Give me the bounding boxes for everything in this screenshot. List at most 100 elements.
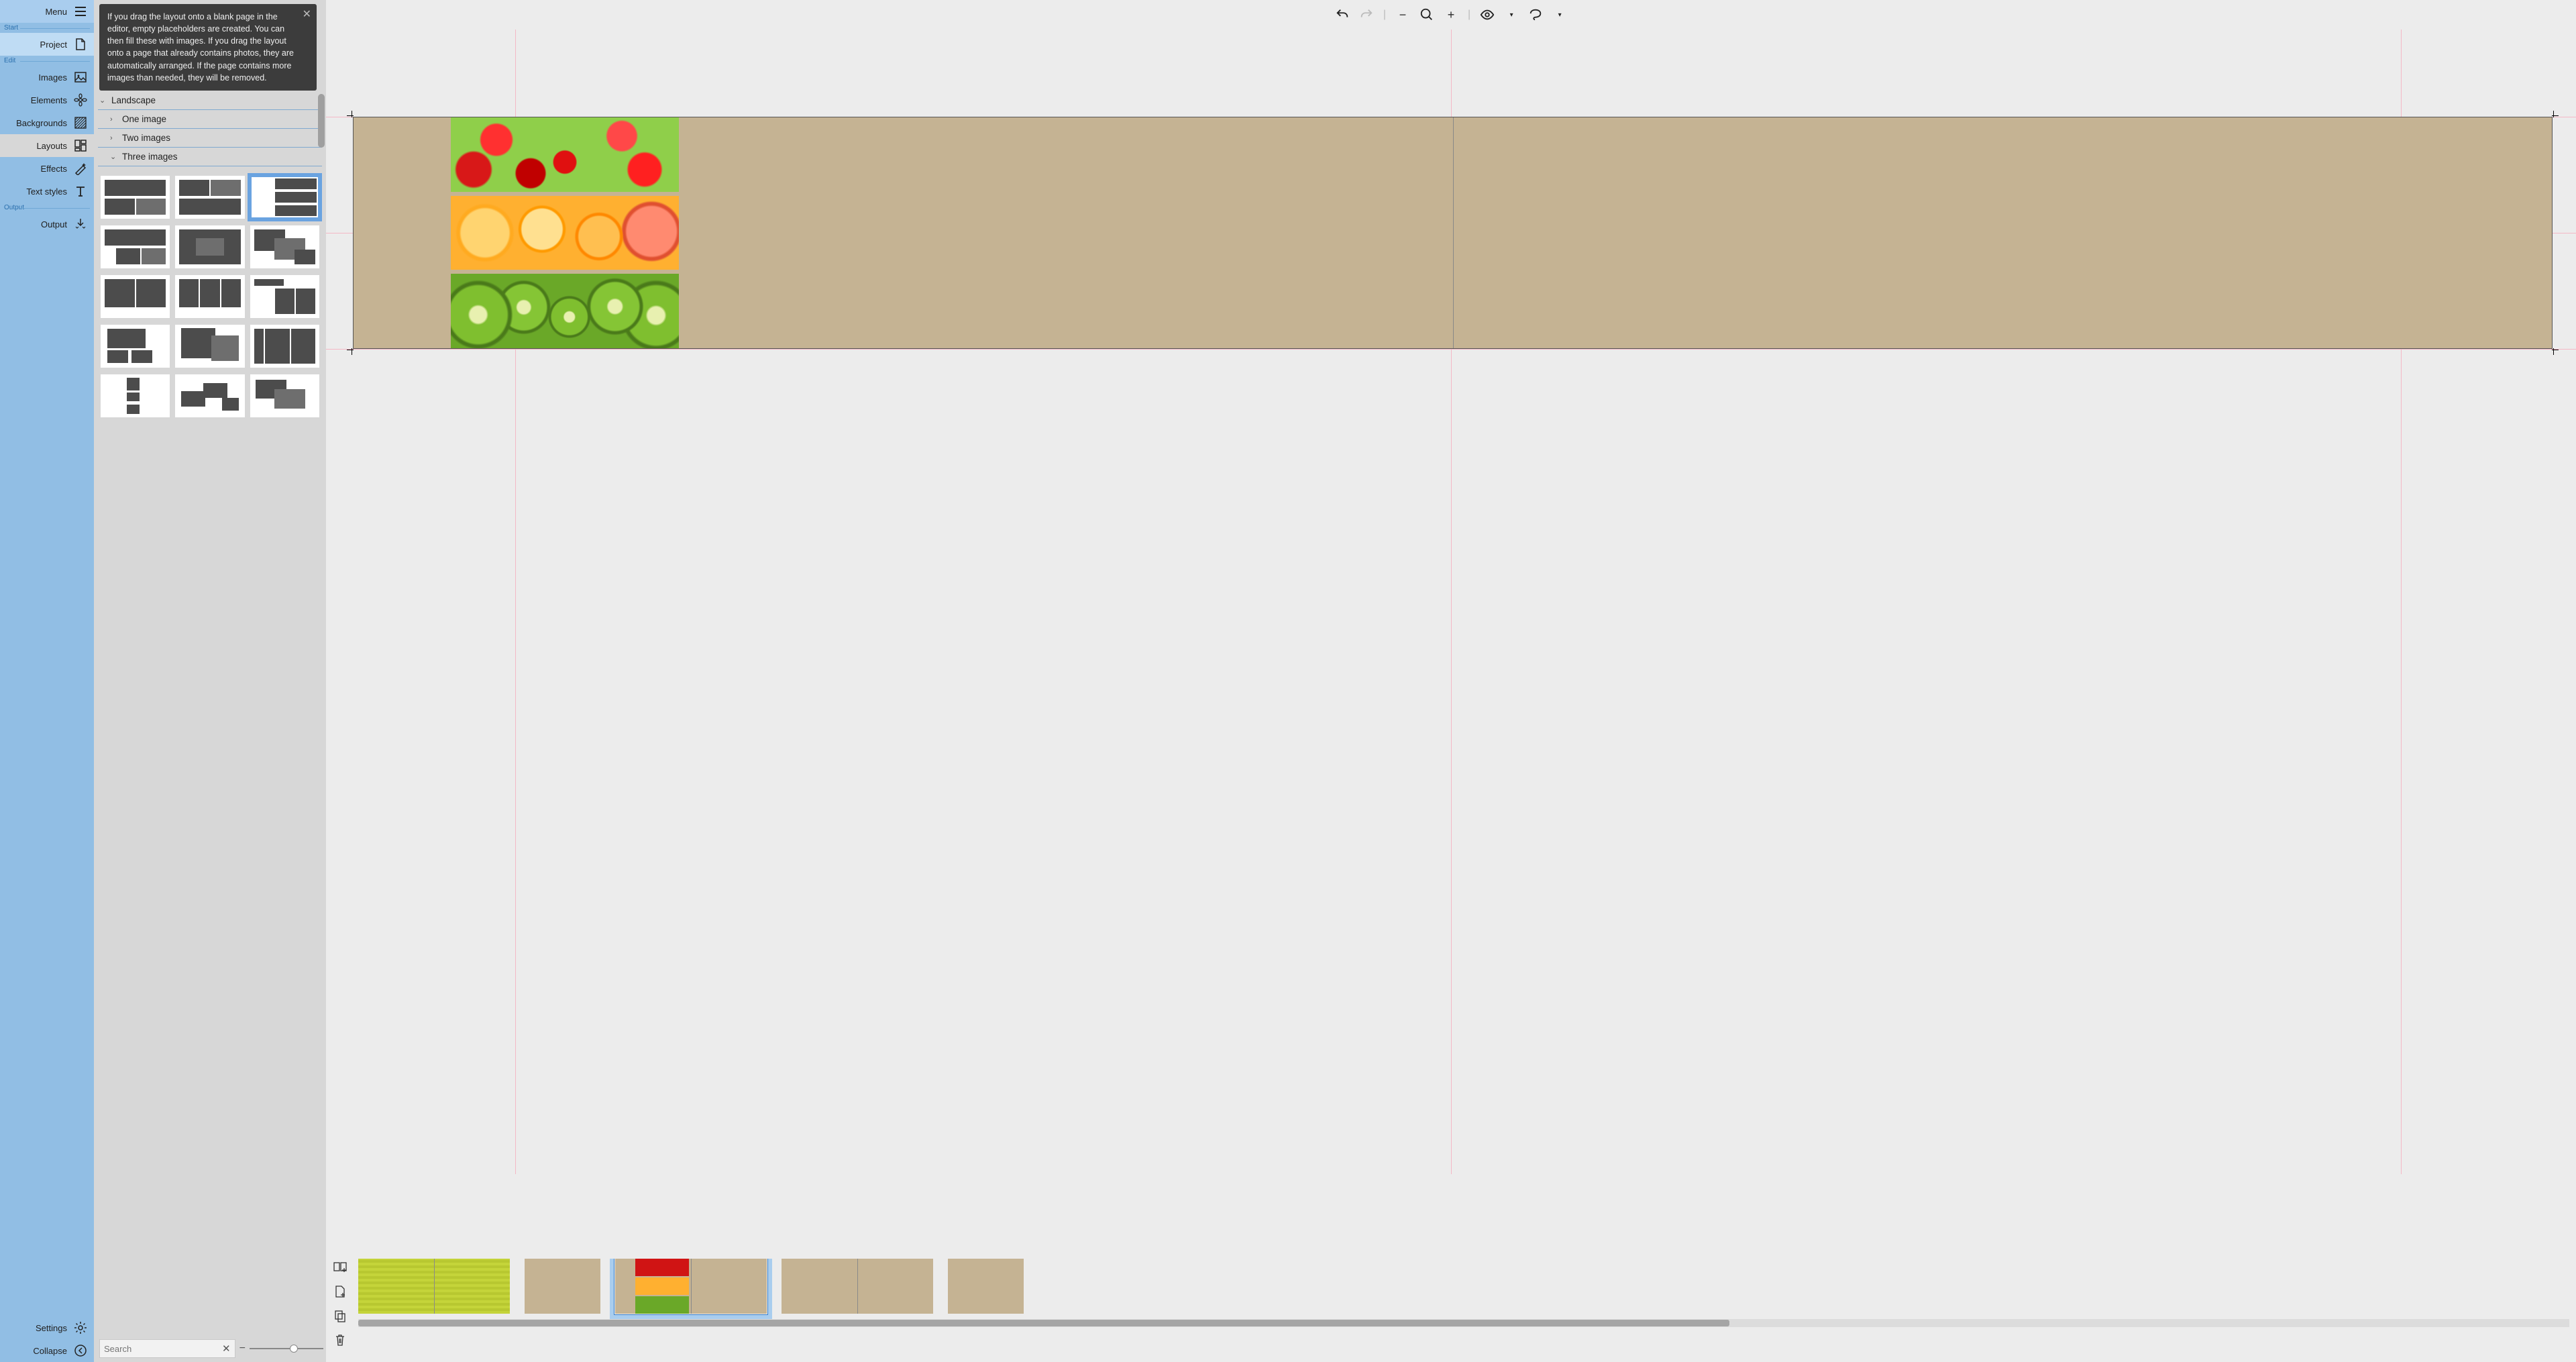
panel-scrollbar[interactable] [318, 94, 325, 148]
export-icon [74, 217, 87, 231]
layouts-scroll[interactable]: ⌄ Landscape › One image › Two images ⌄ T… [94, 91, 326, 1335]
group-edit: Edit [0, 56, 94, 66]
group-output: Output [0, 203, 94, 213]
sidebar-item-elements[interactable]: Elements [0, 89, 94, 111]
layout-thumb[interactable] [101, 275, 170, 318]
search-box[interactable]: ✕ [99, 1339, 235, 1358]
add-page-button[interactable] [333, 1284, 347, 1299]
separator: | [1468, 9, 1470, 21]
left-sidebar: Menu Start Project Edit Images Elements [0, 0, 94, 1362]
zoom-out-mini[interactable]: − [239, 1343, 246, 1355]
search-input[interactable] [104, 1344, 222, 1354]
sidebar-item-label: Backgrounds [16, 118, 67, 128]
undo-button[interactable] [1335, 7, 1350, 22]
page-strip: Cover 1 23 45 [326, 1255, 2576, 1362]
clear-search-icon[interactable]: ✕ [222, 1343, 231, 1355]
crop-mark [2549, 346, 2559, 355]
crop-mark [347, 346, 356, 355]
redo-button [1359, 7, 1374, 22]
layout-thumb[interactable] [175, 176, 244, 219]
accordion-three-images[interactable]: ⌄ Three images [98, 148, 322, 166]
close-icon[interactable]: ✕ [303, 7, 311, 22]
dropdown-icon[interactable]: ▾ [1504, 7, 1519, 22]
zoom-fit-button[interactable] [1419, 7, 1434, 22]
page-spread[interactable] [353, 117, 2553, 349]
sidebar-item-label: Effects [40, 164, 67, 174]
group-start: Start [0, 23, 94, 33]
guide-horizontal [326, 349, 2576, 350]
crop-mark [2549, 111, 2559, 120]
sidebar-item-output[interactable]: Output [0, 213, 94, 235]
sidebar-item-layouts[interactable]: Layouts [0, 134, 94, 157]
menu-button[interactable]: Menu [0, 0, 94, 23]
thumb-zoom: − + [239, 1343, 334, 1355]
thumb-pages-4-5[interactable]: 45 [782, 1259, 933, 1327]
chevron-right-icon: › [110, 115, 118, 123]
sidebar-item-collapse[interactable]: Collapse [0, 1339, 94, 1362]
hamburger-icon [74, 5, 87, 18]
photo-kiwi[interactable] [451, 274, 679, 348]
layout-thumb-selected[interactable] [250, 176, 319, 219]
text-icon [74, 185, 87, 198]
accordion-one-image[interactable]: › One image [98, 110, 322, 129]
strip-tools [333, 1259, 352, 1347]
layout-thumb[interactable] [101, 374, 170, 417]
zoom-slider[interactable] [250, 1348, 323, 1349]
visibility-button[interactable] [1480, 7, 1495, 22]
dropdown-icon[interactable]: ▾ [1552, 7, 1567, 22]
accordion-label: One image [122, 114, 166, 124]
thumb-page-6[interactable]: 6 [948, 1259, 1024, 1327]
sidebar-item-label: Elements [31, 95, 67, 105]
chevron-right-icon: › [110, 134, 118, 142]
layout-thumb[interactable] [250, 275, 319, 318]
sidebar-item-images[interactable]: Images [0, 66, 94, 89]
thumb-pages-2-3[interactable]: 23 [615, 1259, 767, 1327]
layout-thumb[interactable] [250, 225, 319, 268]
duplicate-page-button[interactable] [333, 1308, 347, 1323]
delete-page-button[interactable] [333, 1332, 347, 1347]
canvas[interactable] [326, 30, 2576, 1255]
flower-icon [74, 93, 87, 107]
sidebar-item-textstyles[interactable]: Text styles [0, 180, 94, 203]
chevron-left-icon [74, 1344, 87, 1357]
accordion-landscape[interactable]: ⌄ Landscape [98, 91, 322, 110]
layout-thumb[interactable] [175, 374, 244, 417]
accordion-label: Two images [122, 133, 170, 143]
sidebar-item-backgrounds[interactable]: Backgrounds [0, 111, 94, 134]
tooltip-text: If you drag the layout onto a blank page… [107, 12, 294, 83]
sidebar-item-label: Output [41, 219, 67, 229]
zoom-in-button[interactable]: + [1444, 7, 1458, 22]
strip-scrollbar[interactable] [358, 1319, 2569, 1327]
photo-citrus[interactable] [451, 196, 679, 270]
layout-thumb[interactable] [101, 225, 170, 268]
lasso-button[interactable] [1528, 7, 1543, 22]
zoom-out-button[interactable]: − [1395, 7, 1410, 22]
image-icon [74, 70, 87, 84]
accordion-label: Three images [122, 152, 178, 162]
layouts-icon [74, 139, 87, 152]
sidebar-item-label: Text styles [26, 187, 67, 197]
thumb-cover[interactable]: Cover [358, 1259, 510, 1327]
spread-fold [1453, 117, 1454, 348]
sidebar-item-label: Project [40, 40, 67, 50]
layout-thumb[interactable] [175, 225, 244, 268]
sidebar-item-settings[interactable]: Settings [0, 1316, 94, 1339]
thumb-page-1[interactable]: 1 [525, 1259, 600, 1327]
layout-thumb[interactable] [175, 275, 244, 318]
chevron-down-icon: ⌄ [99, 96, 107, 105]
photo-strawberries[interactable] [451, 117, 679, 192]
crop-mark [347, 111, 356, 120]
sidebar-item-effects[interactable]: Effects [0, 157, 94, 180]
layout-thumb[interactable] [175, 325, 244, 368]
layout-thumb[interactable] [101, 176, 170, 219]
toolbar: | − + | ▾ ▾ [326, 0, 2576, 30]
layout-thumb[interactable] [250, 374, 319, 417]
accordion-two-images[interactable]: › Two images [98, 129, 322, 148]
layouts-panel: If you drag the layout onto a blank page… [94, 0, 326, 1362]
layout-thumbnails [98, 166, 322, 431]
layout-thumb[interactable] [101, 325, 170, 368]
add-spread-button[interactable] [333, 1260, 347, 1275]
layout-thumb[interactable] [250, 325, 319, 368]
sidebar-item-project[interactable]: Project [0, 33, 94, 56]
gear-icon [74, 1321, 87, 1334]
